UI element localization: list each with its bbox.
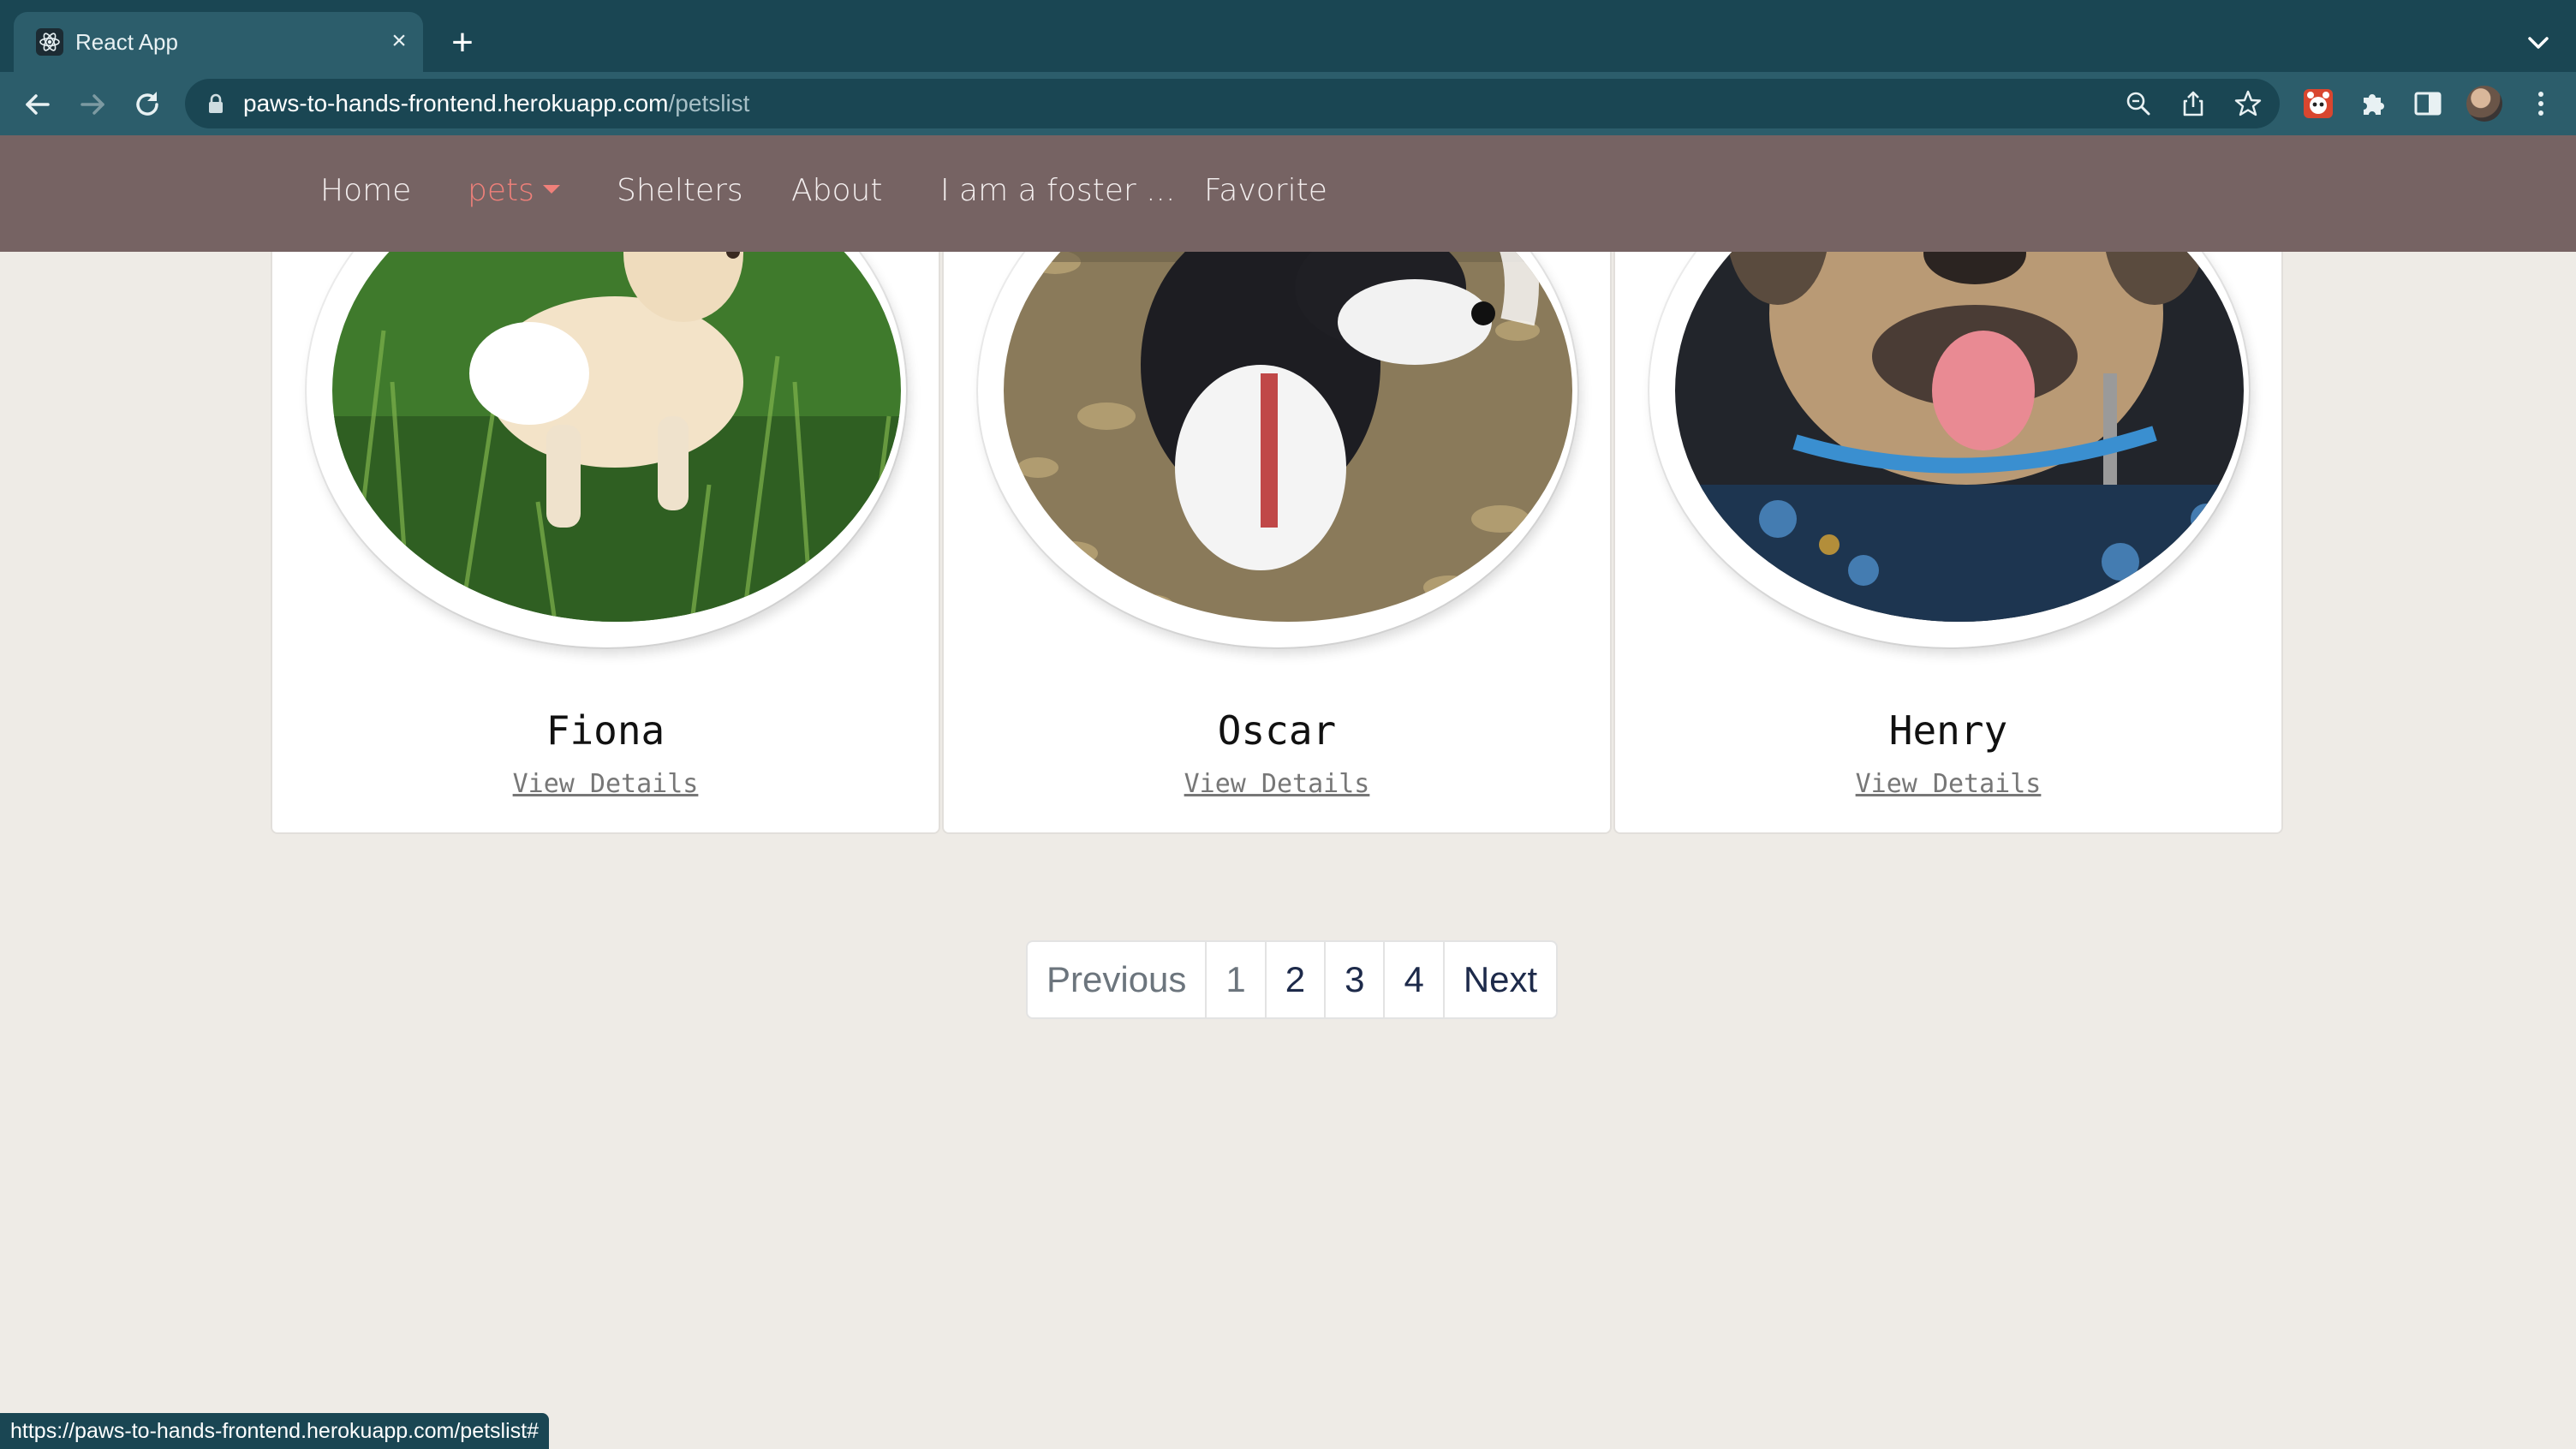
- pet-name: Henry: [1888, 707, 2008, 754]
- pet-name: Oscar: [1217, 707, 1337, 754]
- address-bar[interactable]: paws-to-hands-frontend.herokuapp.com/pet…: [185, 79, 2280, 128]
- zoom-icon[interactable]: [2124, 89, 2153, 118]
- pagination-page-2[interactable]: 2: [1264, 942, 1324, 1017]
- nav-about[interactable]: About: [791, 173, 882, 208]
- pet-photo-frame: [307, 252, 906, 647]
- nav-foster[interactable]: I am a foster ...: [940, 173, 1175, 208]
- back-arrow-icon[interactable]: [21, 87, 55, 122]
- nav-pets-label: pets: [468, 173, 534, 208]
- reload-icon[interactable]: [130, 87, 164, 122]
- pet-photo: [1004, 252, 1572, 622]
- app-navbar: Home pets Shelters About I am a foster .…: [0, 135, 2576, 252]
- caret-down-icon: [542, 185, 560, 194]
- profile-avatar[interactable]: [2466, 86, 2502, 122]
- pagination: Previous 1 2 3 4 Next: [1026, 940, 1559, 1019]
- pagination-page-3[interactable]: 3: [1324, 942, 1383, 1017]
- pet-card: Oscar View Details: [942, 252, 1612, 834]
- browser-toolbar: paws-to-hands-frontend.herokuapp.com/pet…: [0, 72, 2576, 135]
- pet-photo: [332, 252, 901, 622]
- browser-tabstrip: React App × +: [0, 0, 2576, 72]
- more-menu-icon[interactable]: [2525, 87, 2557, 120]
- browser-tab-active[interactable]: React App ×: [14, 12, 423, 72]
- pet-card: Fiona View Details: [271, 252, 940, 834]
- view-details-link[interactable]: View Details: [1615, 769, 2281, 799]
- chevron-down-icon[interactable]: [2521, 26, 2555, 60]
- lock-icon[interactable]: [207, 93, 224, 114]
- extensions-puzzle-icon[interactable]: [2357, 87, 2389, 120]
- url-path: /petslist: [668, 90, 750, 116]
- pagination-page-1[interactable]: 1: [1205, 942, 1264, 1017]
- share-icon[interactable]: [2179, 89, 2208, 118]
- pet-card: Henry View Details: [1613, 252, 2283, 834]
- tab-title: React App: [75, 29, 178, 55]
- view-details-link[interactable]: View Details: [944, 769, 1610, 799]
- nav-shelters[interactable]: Shelters: [617, 173, 743, 208]
- new-tab-button[interactable]: +: [445, 24, 480, 62]
- pet-name: Fiona: [546, 707, 665, 754]
- bookmark-star-icon[interactable]: [2233, 89, 2263, 118]
- nav-pets-dropdown[interactable]: pets: [468, 173, 560, 208]
- status-url-bubble: https://paws-to-hands-frontend.herokuapp…: [0, 1413, 550, 1449]
- nav-home[interactable]: Home: [320, 173, 411, 208]
- view-details-link[interactable]: View Details: [272, 769, 939, 799]
- pet-photo: [1675, 252, 2244, 622]
- close-icon[interactable]: ×: [384, 26, 414, 57]
- url-domain: paws-to-hands-frontend.herokuapp.com: [243, 90, 669, 116]
- side-panel-icon[interactable]: [2412, 87, 2444, 120]
- react-icon: [36, 28, 63, 56]
- pets-list: Fiona View Details Oscar View Details He…: [0, 252, 2576, 1449]
- extension-panda-icon[interactable]: [2302, 87, 2334, 120]
- pagination-page-4[interactable]: 4: [1383, 942, 1442, 1017]
- pagination-previous[interactable]: Previous: [1028, 942, 1205, 1017]
- nav-favorite[interactable]: Favorite: [1204, 173, 1327, 208]
- pagination-next[interactable]: Next: [1442, 942, 1556, 1017]
- pet-photo-frame: [978, 252, 1577, 647]
- pet-photo-frame: [1649, 252, 2249, 647]
- forward-arrow-icon[interactable]: [75, 87, 110, 122]
- url-text: paws-to-hands-frontend.herokuapp.com/pet…: [243, 90, 749, 117]
